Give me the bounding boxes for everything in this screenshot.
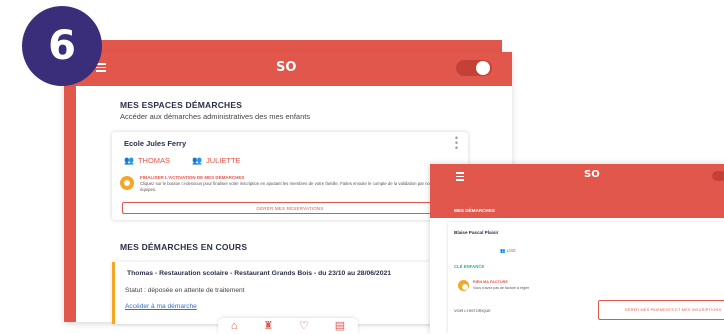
secondary-app-window: SO MES DÉMARCHES Blaise Pascal Plaisir 👥… — [430, 164, 724, 334]
child-chip-thomas[interactable]: 👥 THOMAS — [124, 156, 170, 165]
alert-text-cont: équipes. — [140, 187, 157, 192]
section-title: MES ESPACES DÉMARCHES — [120, 100, 243, 110]
demarche-card: Thomas - Restauration scolaire - Restaur… — [112, 262, 464, 324]
card-icon[interactable]: ▤ — [335, 320, 345, 332]
family-icon: 👥 — [500, 248, 506, 253]
school-card: Ecole Jules Ferry • • • 👥 THOMAS 👥 JULIETT… — [112, 132, 468, 220]
app-logo[interactable]: SO — [276, 60, 296, 75]
app2-school-card: Blaise Pascal Plaisir 👥 LISE CLÉ ENFANCE… — [448, 222, 724, 334]
child-chip-lise[interactable]: 👥 LISE — [500, 248, 516, 254]
bottom-navigation: ⌂ ♜ ♡ ▤ — [218, 318, 358, 334]
history-link[interactable]: VOIR L'HISTORIQUE — [454, 309, 491, 313]
warning-icon — [120, 176, 134, 190]
step-number-badge: 6 — [22, 6, 102, 86]
account-toggle[interactable] — [456, 60, 492, 76]
heart-icon[interactable]: ♡ — [299, 320, 309, 332]
family-icon: 👥 — [124, 156, 134, 165]
app2-header-title: MES DÉMARCHES — [454, 208, 495, 213]
manage-payments-button[interactable]: GÉRER MES PAIEMENTS ET MES INSCRIPTIONS — [598, 300, 724, 320]
chef-hat-icon[interactable]: ♜ — [263, 320, 273, 332]
demarche-title: Thomas - Restauration scolaire - Restaur… — [127, 270, 392, 277]
left-side-bar — [64, 52, 76, 322]
open-demarche-link[interactable]: Accéder à ma démarche — [125, 303, 197, 310]
alert-title: FINALISER L'ACTIVATION DE MES DÉMARCHES — [140, 175, 245, 180]
invoice-alert-title: RIEN MA FACTURE — [473, 280, 508, 284]
section-subtitle: Accéder aux démarches administratives de… — [120, 112, 311, 121]
family-icon: 👥 — [192, 156, 202, 165]
more-options-icon[interactable]: • • • — [455, 134, 458, 153]
child-name: JULIETTE — [205, 156, 241, 165]
demarche-status: Statut : déposée en attente de traitemen… — [125, 287, 245, 294]
school-name: Blaise Pascal Plaisir — [454, 230, 499, 235]
manage-reservations-button[interactable]: GÉRER MES RÉSERVATIONS — [122, 202, 458, 214]
child-chip-juliette[interactable]: 👥 JULIETTE — [192, 156, 241, 165]
app2-band — [430, 188, 724, 204]
app-topbar: SO — [64, 52, 512, 86]
app2-logo[interactable]: SO — [584, 169, 600, 180]
school-name: Ecole Jules Ferry — [124, 139, 187, 148]
wallet-label: CLÉ ENFANCE — [454, 264, 485, 269]
app2-topbar: SO — [430, 164, 724, 188]
screenshot-stage: 6 SO MES ESPACES DÉMARCHES Accéder aux d… — [0, 0, 724, 334]
child-name: LISE — [506, 248, 516, 253]
demarches-title: MES DÉMARCHES EN COURS — [120, 242, 248, 252]
warning-icon — [458, 280, 469, 291]
account-toggle[interactable] — [712, 171, 724, 181]
home-icon[interactable]: ⌂ — [231, 320, 238, 332]
alert-text: Cliquez sur le bouton ci-dessous pour fi… — [140, 181, 433, 186]
child-name: THOMAS — [137, 156, 171, 165]
hamburger-menu-icon[interactable] — [456, 172, 464, 181]
invoice-alert-text: Vous n'avez pas de facture à régler — [473, 286, 530, 290]
profile-icon — [476, 61, 490, 75]
